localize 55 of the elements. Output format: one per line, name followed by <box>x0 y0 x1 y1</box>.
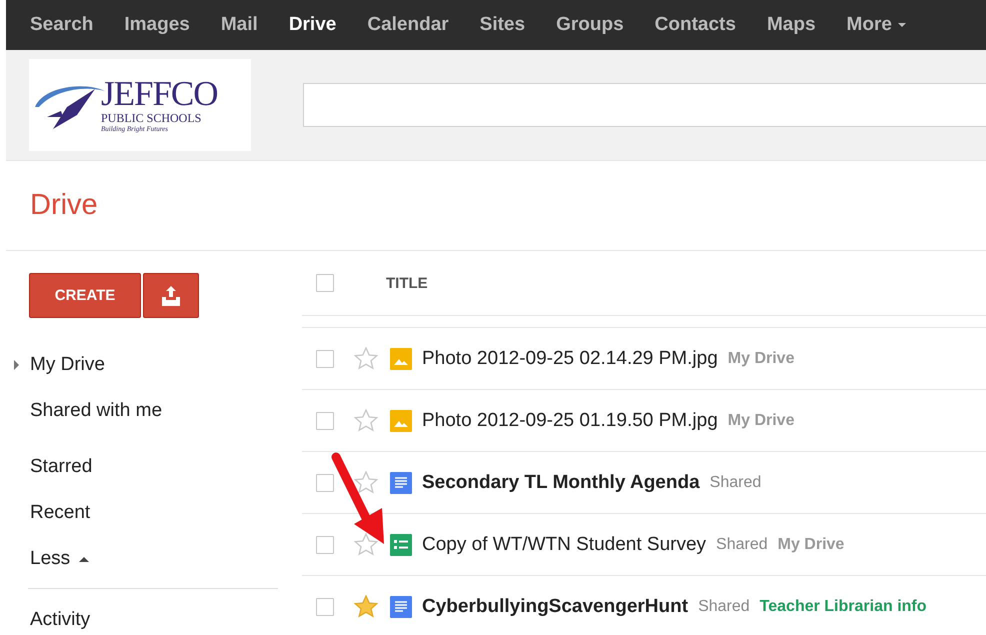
image-file-icon <box>390 348 412 370</box>
caret-icon <box>898 23 906 27</box>
select-all-checkbox[interactable] <box>316 274 334 292</box>
document-file-icon <box>390 472 412 494</box>
document-file-icon <box>390 596 412 618</box>
file-tag: Shared <box>716 536 768 554</box>
sidebar-item[interactable]: Starred <box>6 444 302 490</box>
nav-link[interactable]: Images <box>124 14 190 36</box>
nav-link[interactable]: Calendar <box>367 14 449 36</box>
logo-name: JEFFCO <box>101 77 218 111</box>
form-file-icon <box>390 534 412 556</box>
star-icon[interactable] <box>354 471 378 494</box>
search-field[interactable] <box>303 83 986 127</box>
nav-link[interactable]: Contacts <box>654 14 736 36</box>
sidebar-item[interactable]: My Drive <box>6 342 302 388</box>
file-tag: My Drive <box>778 536 844 554</box>
row-checkbox[interactable] <box>316 598 334 616</box>
file-tag: My Drive <box>728 350 794 368</box>
collapse-caret-icon <box>79 556 90 562</box>
file-tag: Teacher Librarian info <box>760 598 927 616</box>
star-icon[interactable] <box>354 409 378 432</box>
row-checkbox[interactable] <box>316 536 334 554</box>
nav-link[interactable]: More <box>846 14 906 36</box>
nav-link[interactable]: Maps <box>766 14 816 36</box>
file-name[interactable]: Copy of WT/WTN Student Survey <box>422 534 706 556</box>
sidebar-item[interactable]: Activity <box>6 597 302 635</box>
nav-link[interactable]: Search <box>30 14 94 36</box>
file-name[interactable]: Secondary TL Monthly Agenda <box>422 472 700 494</box>
nav-link[interactable]: Mail <box>220 14 258 36</box>
image-file-icon <box>390 410 412 432</box>
nav-link[interactable]: Drive <box>288 14 336 36</box>
file-tag: Shared <box>710 474 762 492</box>
page-title: Drive <box>30 189 98 222</box>
expand-arrow-icon[interactable] <box>14 360 19 370</box>
row-checkbox[interactable] <box>316 412 334 430</box>
file-name[interactable]: Photo 2012-09-25 01.19.50 PM.jpg <box>422 410 718 432</box>
column-header[interactable]: TITLE <box>386 274 428 292</box>
star-icon[interactable] <box>354 533 378 556</box>
star-icon[interactable] <box>354 347 378 370</box>
file-tag: Shared <box>698 598 750 616</box>
sidebar-item[interactable]: Shared with me <box>6 388 302 434</box>
file-name[interactable]: Photo 2012-09-25 02.14.29 PM.jpg <box>422 348 718 370</box>
sidebar-item[interactable]: Less <box>6 536 302 582</box>
sidebar-item[interactable]: Recent <box>6 490 302 536</box>
nav-link[interactable]: Sites <box>480 14 526 36</box>
upload-icon <box>161 284 181 306</box>
nav-link[interactable]: Groups <box>556 14 624 36</box>
upload-button[interactable] <box>143 273 199 318</box>
create-button[interactable]: CREATE <box>29 273 141 318</box>
logo-subtitle: PUBLIC SCHOOLS <box>101 111 202 125</box>
file-tag: My Drive <box>728 412 794 430</box>
star-icon[interactable] <box>354 595 378 618</box>
file-name[interactable]: CyberbullyingScavengerHunt <box>422 596 688 618</box>
row-checkbox[interactable] <box>316 350 334 368</box>
row-checkbox[interactable] <box>316 474 334 492</box>
